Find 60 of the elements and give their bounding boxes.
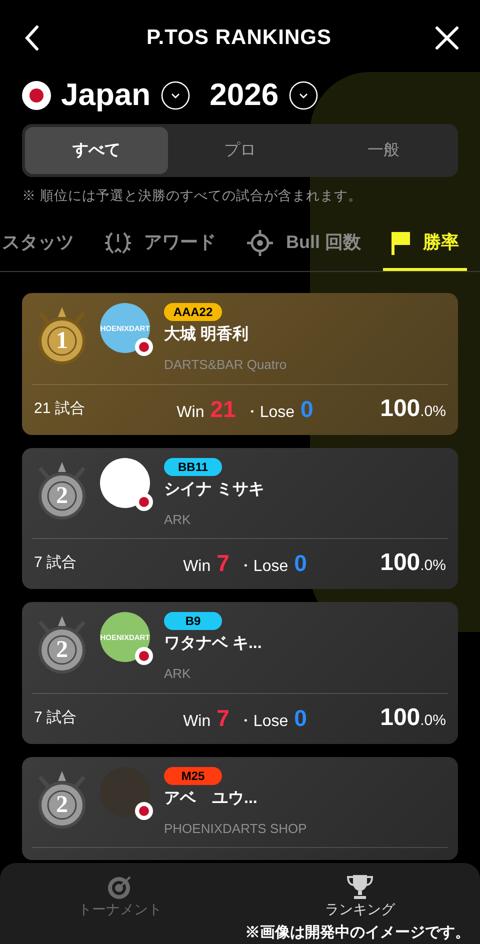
level-badge: BB11 [164, 458, 222, 476]
win-rate-decimal: .0% [420, 556, 446, 576]
ranking-card[interactable]: 2 BB11 シイナ ミサキ ARK 7 試合 Win 7 ・Lose 0 100.0% [22, 448, 458, 590]
win-rate-decimal: .0% [420, 710, 446, 731]
segment-tab[interactable]: 一般 [312, 127, 455, 174]
japan-flag-icon [135, 492, 153, 511]
crosshair-icon [246, 228, 274, 257]
shop-name: ARK [164, 665, 192, 684]
player-name: アベ ユウ... [164, 788, 258, 809]
level-badge: M25 [164, 766, 222, 785]
shop-name: DARTS&BAR Quatro [164, 356, 287, 374]
win-label: Win [183, 557, 211, 577]
category-tab[interactable]: Bull 回数 [238, 217, 369, 272]
trophy-icon [346, 873, 374, 901]
match-count: 7 試合 [34, 553, 78, 573]
win-count: 7 [216, 549, 230, 578]
win-label: Win [176, 402, 204, 422]
lose-label: ・Lose [237, 557, 288, 577]
image-notice: ※画像は開発中のイメージです。 [245, 924, 470, 942]
shop-name: PHOENIXDARTS SHOP [164, 820, 307, 838]
player-name: シイナ ミサキ [164, 480, 264, 500]
win-rate: 100 [380, 548, 420, 578]
screen-title: P.TOS RANKINGS [146, 25, 332, 52]
lose-label: ・Lose [237, 712, 288, 732]
japan-flag-icon [22, 80, 51, 110]
level-badge: AAA22 [164, 303, 222, 322]
win-rate: 100 [380, 394, 420, 424]
player-name: ワタナベ キ... [164, 634, 262, 654]
country-dropdown[interactable]: Japan [61, 72, 190, 118]
win-count: 7 [216, 704, 230, 732]
category-tab[interactable]: スタッツ [0, 217, 82, 272]
match-count: 7 試合 [34, 708, 78, 728]
lose-count: 0 [294, 549, 307, 578]
year-dropdown[interactable]: 2026 [210, 72, 318, 118]
avatar-placeholder [100, 458, 150, 508]
segment-tab[interactable]: すべて [25, 127, 168, 174]
chevron-down-icon [288, 80, 318, 110]
player-name: 大城 明香利 [164, 324, 250, 346]
lose-label: ・Lose [244, 402, 295, 422]
laurel-icon [104, 230, 132, 256]
win-count: 21 [210, 394, 236, 424]
japan-flag-icon [135, 647, 153, 666]
lose-count: 0 [294, 704, 307, 732]
segment-tab[interactable]: プロ [168, 127, 312, 174]
japan-flag-icon [135, 802, 153, 820]
win-rate: 100 [380, 702, 420, 733]
close-button[interactable] [434, 25, 460, 51]
win-rate-decimal: .0% [420, 402, 446, 422]
level-badge: B9 [164, 612, 222, 630]
category-tab[interactable]: アワード [96, 217, 224, 272]
flag-icon [391, 230, 411, 256]
ranking-card[interactable]: 2 M25 アベ ユウ... PHOENIXDARTS SHOP [22, 756, 458, 860]
ranking-note: ※ 順位には予選と決勝のすべての試合が含まれます。 [21, 187, 363, 205]
match-count: 21 試合 [34, 398, 86, 418]
chevron-down-icon [160, 80, 190, 110]
shop-name: ARK [164, 510, 192, 529]
category-tab[interactable]: 勝率 [383, 217, 467, 272]
lose-count: 0 [300, 394, 314, 424]
win-label: Win [183, 712, 211, 732]
japan-flag-icon [135, 338, 153, 356]
